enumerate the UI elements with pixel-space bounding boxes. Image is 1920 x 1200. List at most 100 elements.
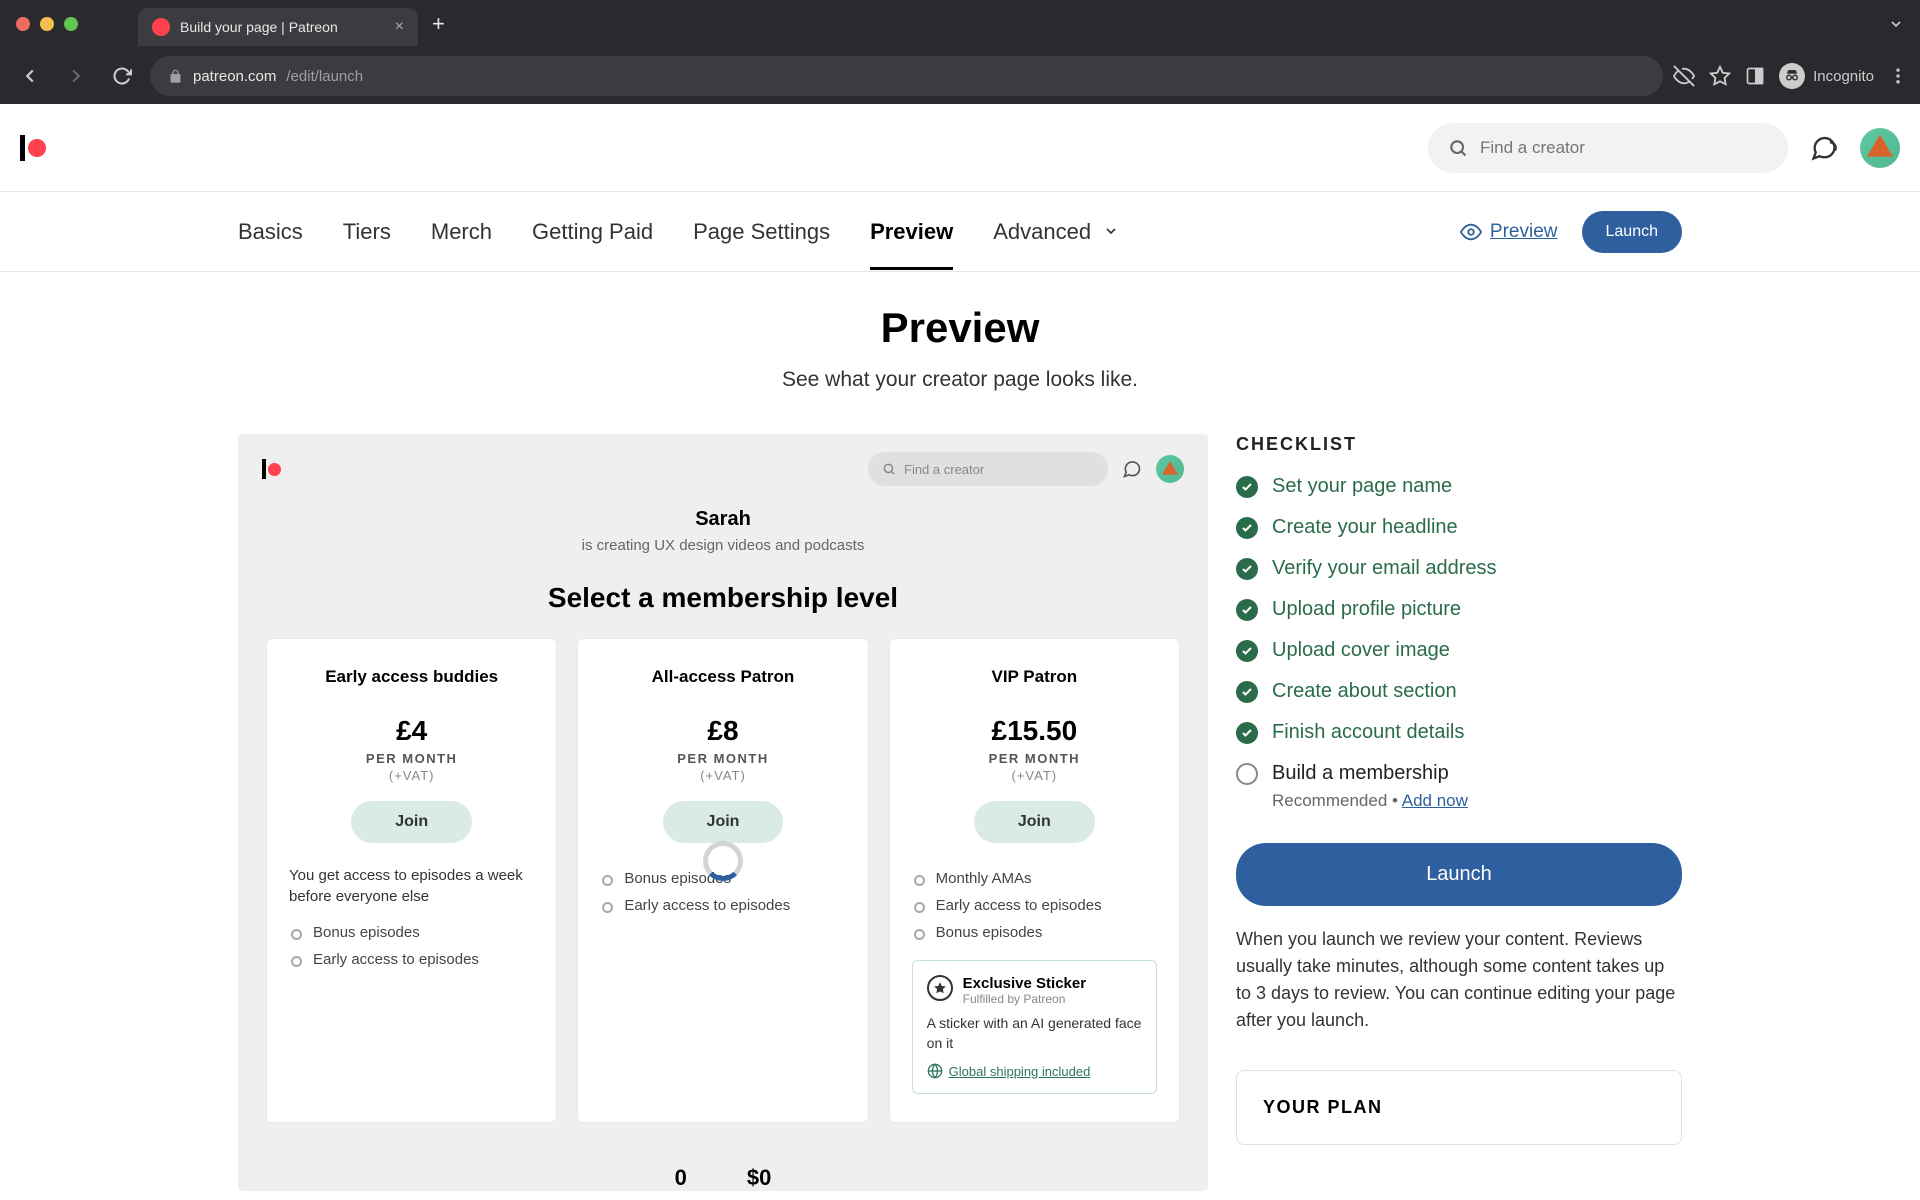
benefit-item: Monthly AMAs [912, 865, 1157, 892]
checklist-item: Upload profile picture [1236, 598, 1682, 621]
shipping-label: Global shipping included [949, 1064, 1091, 1079]
tier-benefits: Monthly AMAs Early access to episodes Bo… [912, 865, 1157, 946]
lock-icon [168, 69, 183, 84]
preview-header: Find a creator [238, 434, 1208, 504]
join-button[interactable]: Join [974, 801, 1095, 843]
add-now-link[interactable]: Add now [1402, 791, 1468, 810]
tab-advanced-label: Advanced [993, 219, 1091, 244]
merch-title: Exclusive Sticker [963, 975, 1086, 992]
messages-icon[interactable] [1810, 134, 1838, 162]
forward-button[interactable] [58, 58, 94, 94]
check-icon [1236, 599, 1258, 621]
stat-patrons: 0 [675, 1165, 687, 1191]
checklist-label: Verify your email address [1272, 557, 1497, 580]
checklist-label: Upload profile picture [1272, 598, 1461, 621]
url-field[interactable]: patreon.com/edit/launch [150, 56, 1663, 96]
window-controls [16, 17, 78, 31]
tab-tiers[interactable]: Tiers [343, 195, 391, 269]
minimize-window-button[interactable] [40, 17, 54, 31]
merch-description: A sticker with an AI generated face on i… [927, 1014, 1142, 1053]
extensions-icon[interactable] [1745, 66, 1765, 86]
menu-icon[interactable] [1888, 66, 1908, 86]
loading-spinner-icon [703, 841, 743, 881]
join-button[interactable]: Join [351, 801, 472, 843]
close-window-button[interactable] [16, 17, 30, 31]
tab-preview[interactable]: Preview [870, 195, 953, 269]
tier-vat: (+VAT) [289, 768, 534, 783]
checklist-item: Create your headline [1236, 516, 1682, 539]
checklist-label: Create your headline [1272, 516, 1458, 539]
benefit-item: Early access to episodes [289, 946, 534, 973]
merch-box: Exclusive Sticker Fulfilled by Patreon A… [912, 960, 1157, 1094]
close-tab-icon[interactable]: × [395, 18, 404, 36]
launch-button-large[interactable]: Launch [1236, 843, 1682, 906]
back-button[interactable] [12, 58, 48, 94]
tier-name: Early access buddies [289, 667, 534, 687]
check-icon [1236, 722, 1258, 744]
checklist-item: Finish account details [1236, 721, 1682, 744]
your-plan-box: YOUR PLAN [1236, 1070, 1682, 1145]
launch-note: When you launch we review your content. … [1236, 926, 1682, 1034]
patreon-logo[interactable] [20, 135, 46, 161]
creator-name: Sarah [238, 508, 1208, 531]
search-input[interactable] [1480, 138, 1768, 158]
tier-price: £4 [289, 715, 534, 747]
search-field[interactable] [1428, 123, 1788, 173]
global-shipping-link[interactable]: Global shipping included [927, 1063, 1142, 1079]
preview-link[interactable]: Preview [1460, 221, 1558, 243]
tier-card-early-access: Early access buddies £4 PER MONTH (+VAT)… [266, 638, 557, 1123]
new-tab-button[interactable]: + [432, 11, 445, 37]
check-icon [1236, 517, 1258, 539]
tier-price: £8 [600, 715, 845, 747]
preview-patreon-logo[interactable] [262, 459, 281, 479]
tier-card-all-access: All-access Patron £8 PER MONTH (+VAT) Jo… [577, 638, 868, 1123]
eye-off-icon[interactable] [1673, 65, 1695, 87]
tier-description: You get access to episodes a week before… [289, 865, 534, 907]
preview-messages-icon[interactable] [1122, 459, 1142, 479]
preview-avatar[interactable] [1156, 455, 1184, 483]
eye-icon [1460, 221, 1482, 243]
incognito-icon [1779, 63, 1805, 89]
benefit-item: Bonus episodes [912, 919, 1157, 946]
tab-advanced[interactable]: Advanced [993, 195, 1119, 269]
chevron-down-icon [1103, 219, 1119, 244]
star-icon[interactable] [1709, 65, 1731, 87]
pending-subtext: Recommended • Add now [1272, 791, 1682, 811]
tier-price: £15.50 [912, 715, 1157, 747]
patreon-favicon [152, 18, 170, 36]
star-circle-icon [927, 975, 953, 1001]
your-plan-title: YOUR PLAN [1263, 1097, 1655, 1118]
browser-tab[interactable]: Build your page | Patreon × [138, 8, 418, 46]
tier-vat: (+VAT) [600, 768, 845, 783]
tab-title: Build your page | Patreon [180, 19, 385, 35]
incognito-badge[interactable]: Incognito [1779, 63, 1874, 89]
search-icon [1448, 138, 1468, 158]
checklist-label: Upload cover image [1272, 639, 1450, 662]
join-button[interactable]: Join [663, 801, 784, 843]
maximize-window-button[interactable] [64, 17, 78, 31]
tier-period: PER MONTH [912, 751, 1157, 766]
checklist-title: CHECKLIST [1236, 434, 1682, 455]
tab-merch[interactable]: Merch [431, 195, 492, 269]
checklist-item-pending: Build a membership [1236, 762, 1682, 785]
empty-circle-icon [1236, 763, 1258, 785]
tab-basics[interactable]: Basics [238, 195, 303, 269]
user-avatar[interactable] [1860, 128, 1900, 168]
tier-name: All-access Patron [600, 667, 845, 687]
tabs-dropdown-icon[interactable] [1888, 16, 1904, 32]
preview-search[interactable]: Find a creator [868, 452, 1108, 486]
checklist-item: Create about section [1236, 680, 1682, 703]
launch-button-small[interactable]: Launch [1582, 211, 1683, 253]
checklist-label: Set your page name [1272, 475, 1452, 498]
reload-button[interactable] [104, 58, 140, 94]
tab-nav: Basics Tiers Merch Getting Paid Page Set… [0, 192, 1920, 272]
sidebar: CHECKLIST Set your page name Create your… [1236, 434, 1682, 1145]
benefit-item: Bonus episodes [289, 919, 534, 946]
tab-page-settings[interactable]: Page Settings [693, 195, 830, 269]
creator-subtitle: is creating UX design videos and podcast… [238, 537, 1208, 554]
check-icon [1236, 681, 1258, 703]
checklist-label: Build a membership [1272, 762, 1449, 785]
preview-panel: Find a creator Sarah is creating UX desi… [238, 434, 1208, 1191]
benefit-item: Early access to episodes [912, 892, 1157, 919]
tab-getting-paid[interactable]: Getting Paid [532, 195, 653, 269]
